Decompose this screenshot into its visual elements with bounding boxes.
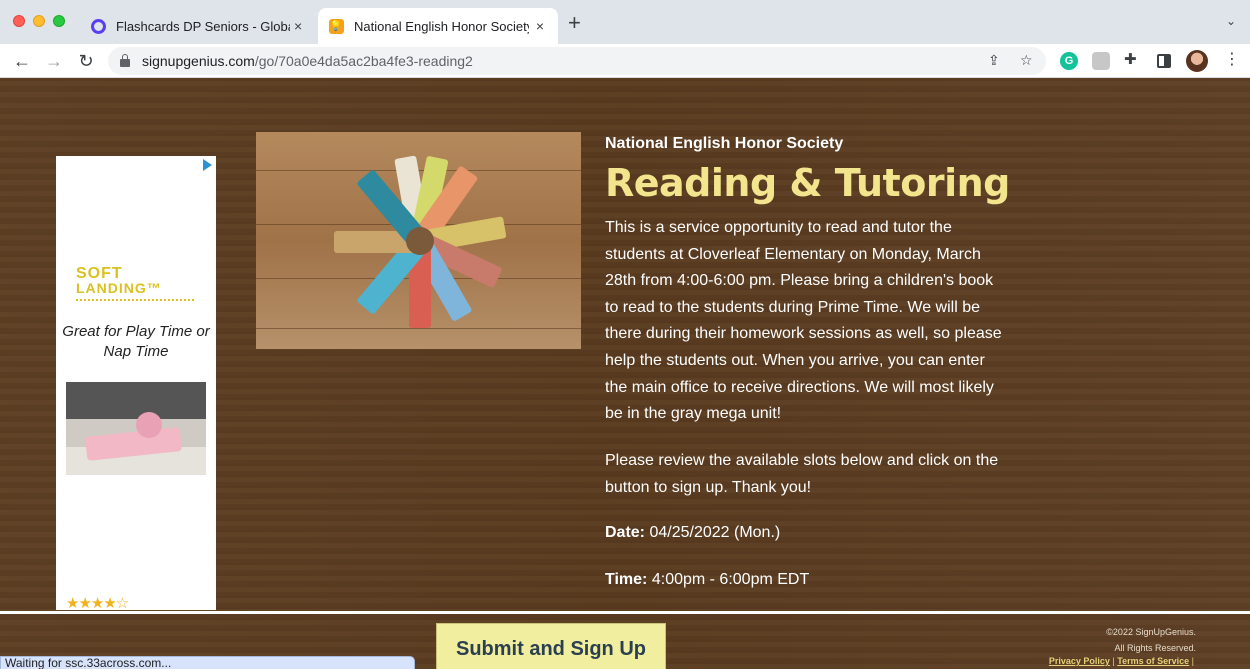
ad-product-photo[interactable] [66,382,206,475]
url-text[interactable]: signupgenius.com/go/70a0e4da5ac2ba4fe3-r… [142,53,473,69]
event-description: This is a service opportunity to read an… [605,219,1002,423]
browser-toolbar: ← → ↻ signupgenius.com/go/70a0e4da5ac2ba… [0,44,1250,78]
date-label: Date: [605,524,646,541]
extensions-puzzle-icon[interactable]: ✚ [1124,50,1142,68]
footer-links: Privacy Policy | Terms of Service | [1049,656,1194,666]
forward-arrow-icon[interactable]: → [42,49,66,73]
ad-logo-tm: ™ [146,280,162,296]
address-bar[interactable]: signupgenius.com/go/70a0e4da5ac2ba4fe3-r… [108,47,1046,75]
tab-flashcards[interactable]: Flashcards DP Seniors - Global × [80,8,316,44]
event-image-books [256,132,581,349]
event-date: Date: 04/25/2022 (Mon.) [605,524,780,542]
close-tab-icon[interactable]: × [290,18,306,34]
quizlet-favicon-icon [90,18,106,34]
lock-icon[interactable] [120,54,130,67]
copyright-line: ©2022 SignUpGenius. [1106,627,1196,637]
privacy-policy-link[interactable]: Privacy Policy [1049,656,1110,666]
ad-rating-stars: ★★★★☆ [66,595,129,610]
ad-brand-logo[interactable]: SOFT LANDING™ [76,266,196,301]
sidebar-advertisement[interactable]: SOFT LANDING™ Great for Play Time or Nap… [56,156,216,610]
link-separator: | [1191,656,1194,666]
maximize-window-button[interactable] [53,15,65,27]
rights-line: All Rights Reserved. [1114,643,1196,653]
organization-name: National English Honor Society [605,135,844,152]
tab-title: Flashcards DP Seniors - Global [116,18,291,34]
url-path: /go/70a0e4da5ac2ba4fe3-reading2 [254,53,473,69]
page-content: SOFT LANDING™ Great for Play Time or Nap… [0,79,1250,669]
grammarly-extension-icon[interactable]: G [1060,52,1078,70]
event-time: Time: 4:00pm - 6:00pm EDT [605,571,809,589]
share-icon[interactable]: ⇪ [988,52,1000,69]
close-window-button[interactable] [13,15,25,27]
extension-icon[interactable] [1092,52,1110,70]
reload-icon[interactable]: ↻ [74,49,98,73]
event-title: Reading & Tutoring [605,161,1010,205]
signupgenius-favicon-icon: 💡 [328,18,344,34]
browser-tab-bar: Flashcards DP Seniors - Global × 💡 Natio… [0,0,1250,44]
tab-signup-genius[interactable]: 💡 National English Honor Society × [318,8,558,44]
time-label: Time: [605,571,648,588]
adchoices-icon[interactable] [203,159,212,171]
terms-of-service-link[interactable]: Terms of Service [1117,656,1189,666]
bookmark-star-icon[interactable]: ☆ [1020,52,1033,69]
tab-title: National English Honor Society [354,18,529,34]
date-value: 04/25/2022 (Mon.) [649,524,781,541]
time-value: 4:00pm - 6:00pm EDT [651,571,810,588]
submit-sign-up-button[interactable]: Submit and Sign Up [436,623,666,669]
tab-search-chevron-icon[interactable]: ⌄ [1226,14,1236,28]
ad-logo-line2: LANDING [76,280,147,296]
profile-avatar[interactable] [1186,50,1208,72]
minimize-window-button[interactable] [33,15,45,27]
side-panel-icon[interactable] [1157,54,1171,68]
ad-tagline[interactable]: Great for Play Time or Nap Time [62,322,210,362]
new-tab-button[interactable]: + [568,12,581,34]
url-domain: signupgenius.com [142,53,255,69]
signup-instructions: Please review the available slots below … [605,452,999,496]
back-arrow-icon[interactable]: ← [10,49,34,73]
link-separator: | [1112,656,1115,666]
close-tab-icon[interactable]: × [532,18,548,34]
copyright-text: ©2022 SignUpGenius. All Rights Reserved. [1106,624,1196,656]
browser-menu-icon[interactable]: ⋮ [1224,50,1240,70]
browser-status-bar: Waiting for ssc.33across.com... [0,656,415,669]
